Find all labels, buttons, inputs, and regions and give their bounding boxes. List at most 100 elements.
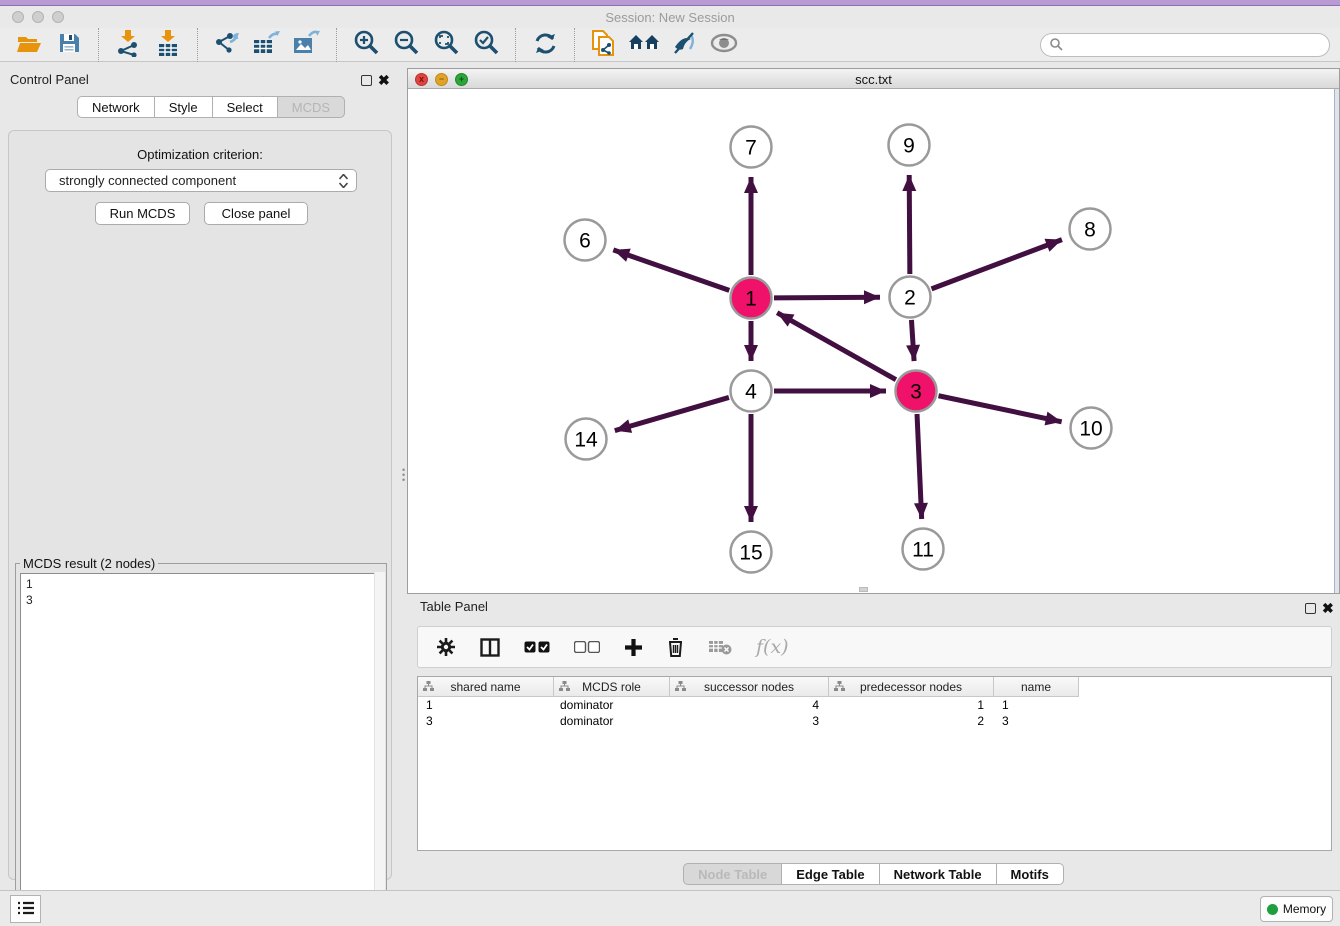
close-panel-button[interactable]: Close panel — [204, 202, 308, 225]
clone-network-button[interactable] — [584, 30, 624, 60]
add-column-icon[interactable] — [624, 638, 643, 657]
column-header-MCDS-role[interactable]: MCDS role — [554, 677, 670, 697]
network-window-title: scc.txt — [408, 72, 1339, 87]
zoom-fit-button[interactable] — [426, 30, 466, 60]
show-graphics-details-button[interactable] — [704, 30, 744, 60]
main-toolbar — [0, 28, 1340, 62]
table-cell[interactable]: 3 — [418, 713, 554, 729]
zoom-selected-button[interactable] — [466, 30, 506, 60]
table-cell[interactable]: 3 — [994, 713, 1079, 729]
graph-edge-4-14[interactable] — [615, 397, 729, 430]
memory-button[interactable]: Memory — [1260, 896, 1333, 922]
network-graph[interactable]: 7968124314101511 — [408, 89, 1339, 593]
graph-node-label-8: 8 — [1084, 219, 1096, 242]
column-hierarchy-icon — [559, 681, 570, 695]
table-row[interactable]: 3dominator323 — [418, 713, 1331, 729]
tab-style[interactable]: Style — [155, 96, 213, 118]
table-toolbar: f(x) — [417, 626, 1332, 668]
table-cell[interactable]: dominator — [554, 713, 670, 729]
open-session-button[interactable] — [9, 30, 49, 60]
float-table-panel-icon[interactable] — [1305, 603, 1316, 614]
tab-mcds[interactable]: MCDS — [278, 96, 345, 118]
mcds-result-textarea[interactable]: 1 3 — [20, 573, 382, 926]
column-header-name[interactable]: name — [994, 677, 1079, 697]
hide-graphics-details-icon — [671, 31, 697, 58]
hide-graphics-details-button[interactable] — [664, 30, 704, 60]
network-vertical-scrollbar[interactable] — [1334, 89, 1339, 593]
graph-edge-3-1[interactable] — [777, 313, 896, 380]
network-scroll-grip[interactable] — [859, 587, 868, 592]
select-all-checkboxes-icon[interactable] — [524, 641, 550, 653]
float-panel-icon[interactable] — [361, 75, 372, 86]
column-hierarchy-icon — [423, 681, 434, 695]
column-layout-icon[interactable] — [480, 638, 500, 657]
graph-edge-2-9[interactable] — [909, 175, 910, 274]
search-icon — [1049, 37, 1063, 54]
run-mcds-button[interactable]: Run MCDS — [95, 202, 190, 225]
zoom-in-icon — [353, 30, 379, 59]
import-table-button[interactable] — [148, 30, 188, 60]
save-session-button[interactable] — [49, 30, 89, 60]
table-cell[interactable]: 1 — [994, 697, 1079, 713]
graph-edge-2-8[interactable] — [932, 240, 1062, 289]
column-header-shared-name[interactable]: shared name — [418, 677, 554, 697]
deselect-all-checkboxes-icon[interactable] — [574, 641, 600, 653]
column-header-label: MCDS role — [582, 680, 641, 694]
panel-splitter[interactable]: ••• — [400, 68, 407, 890]
tab-motifs[interactable]: Motifs — [997, 863, 1064, 885]
node-table[interactable]: shared name MCDS role successor nodes prede… — [417, 676, 1332, 851]
settings-gear-icon[interactable] — [436, 637, 456, 657]
zoom-selected-icon — [473, 30, 499, 59]
tab-node-table[interactable]: Node Table — [683, 863, 782, 885]
zoom-in-button[interactable] — [346, 30, 386, 60]
table-cell[interactable]: 3 — [670, 713, 829, 729]
tab-network[interactable]: Network — [77, 96, 155, 118]
graph-edge-3-10[interactable] — [939, 396, 1062, 422]
table-panel: Table Panel ✖ f(x) shared nameMCDS roles… — [407, 594, 1340, 890]
close-table-panel-icon[interactable]: ✖ — [1322, 600, 1334, 617]
close-panel-icon[interactable]: ✖ — [378, 72, 390, 89]
table-cell[interactable]: dominator — [554, 697, 670, 713]
clone-network-icon — [591, 29, 617, 60]
delete-column-icon[interactable] — [667, 637, 684, 657]
search-input[interactable] — [1063, 35, 1329, 55]
task-history-button[interactable] — [10, 895, 41, 923]
column-header-label: successor nodes — [704, 680, 794, 694]
criterion-dropdown[interactable]: strongly connected component — [45, 169, 357, 192]
save-disk-icon — [57, 31, 81, 58]
table-cell[interactable]: 1 — [829, 697, 994, 713]
list-icon — [17, 900, 35, 919]
table-panel-tabs: Node Table Edge Table Network Table Moti… — [407, 863, 1340, 886]
table-row[interactable]: 1dominator411 — [418, 697, 1331, 713]
column-header-predecessor-nodes[interactable]: predecessor nodes — [829, 677, 994, 697]
zoom-out-button[interactable] — [386, 30, 426, 60]
graph-edge-1-6[interactable] — [613, 250, 729, 291]
tab-network-table[interactable]: Network Table — [880, 863, 997, 885]
refresh-network-button[interactable] — [525, 30, 565, 60]
network-overview-button[interactable] — [624, 30, 664, 60]
export-network-button[interactable] — [207, 30, 247, 60]
table-cell[interactable]: 1 — [418, 697, 554, 713]
function-builder-icon: f(x) — [756, 636, 789, 658]
graph-node-label-6: 6 — [579, 230, 591, 253]
export-image-button[interactable] — [287, 30, 327, 60]
result-scrollbar[interactable] — [374, 572, 385, 926]
search-box[interactable] — [1040, 33, 1330, 57]
status-bar: Memory — [0, 890, 1340, 926]
memory-status-icon — [1267, 904, 1278, 915]
tab-edge-table[interactable]: Edge Table — [782, 863, 879, 885]
column-header-successor-nodes[interactable]: successor nodes — [670, 677, 829, 697]
table-panel-title: Table Panel — [420, 599, 488, 614]
optimization-criterion-label: Optimization criterion: — [9, 147, 391, 162]
import-network-button[interactable] — [108, 30, 148, 60]
export-image-icon — [293, 30, 321, 59]
table-cell[interactable]: 2 — [829, 713, 994, 729]
network-view-window: x − + scc.txt 7968124314101511 — [407, 68, 1340, 594]
tab-select[interactable]: Select — [213, 96, 278, 118]
table-cell[interactable]: 4 — [670, 697, 829, 713]
export-table-button[interactable] — [247, 30, 287, 60]
graph-edge-2-3[interactable] — [911, 320, 914, 361]
graph-edge-1-2[interactable] — [774, 297, 880, 298]
control-panel-tabs: Network Style Select MCDS — [77, 96, 345, 118]
graph-edge-3-11[interactable] — [917, 414, 922, 519]
